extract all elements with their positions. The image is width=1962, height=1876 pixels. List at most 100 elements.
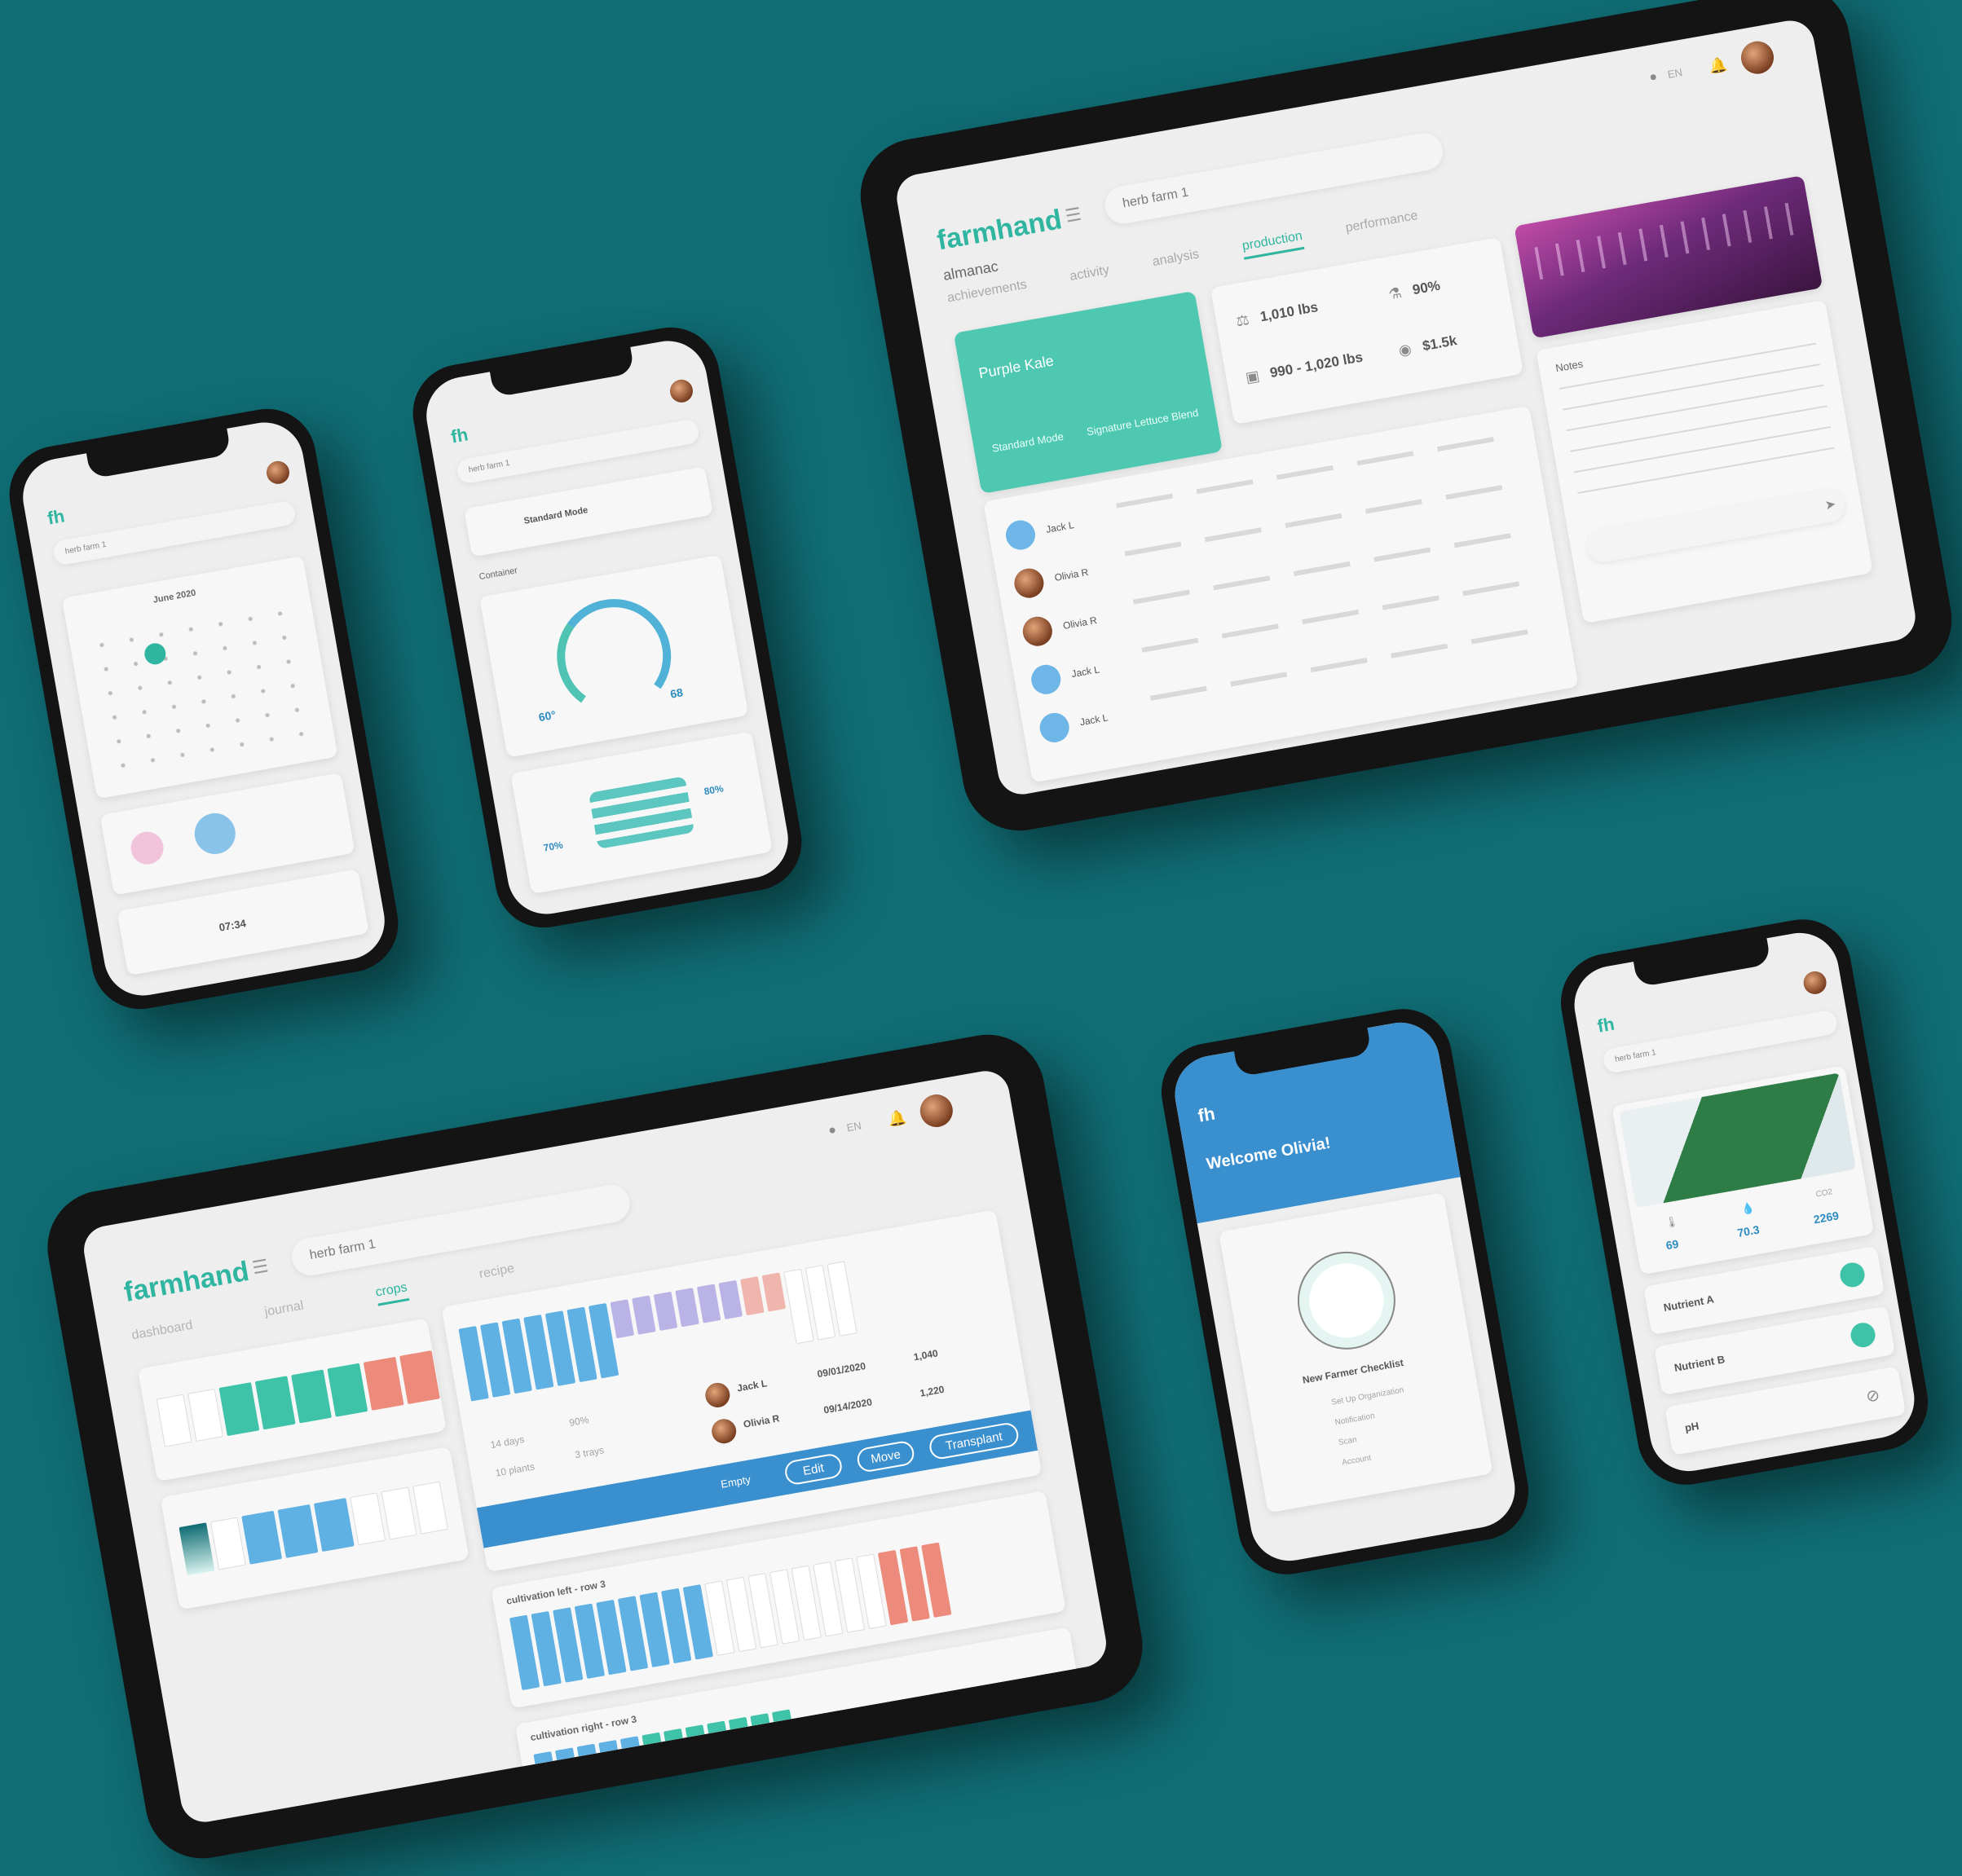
tab-performance[interactable]: performance: [1344, 209, 1420, 241]
app-logo[interactable]: farmhand: [121, 1256, 251, 1309]
farm-selector[interactable]: herb farm 1: [1601, 1009, 1839, 1075]
bell-icon[interactable]: 🔔: [887, 1108, 908, 1129]
globe-icon[interactable]: ●: [1644, 68, 1663, 87]
tray[interactable]: [718, 1279, 743, 1319]
farm-photo-card: 🌡 69 💧 70.3 CO2 2269: [1611, 1065, 1875, 1275]
tab-activity[interactable]: activity: [1069, 263, 1112, 290]
tab-analysis[interactable]: analysis: [1151, 247, 1201, 275]
checklist-item[interactable]: Scan: [1338, 1435, 1357, 1447]
phone-climate-screen: fh herb farm 1 Standard Mode Container 6…: [420, 334, 795, 921]
action-edit[interactable]: Edit: [783, 1452, 844, 1486]
send-icon[interactable]: ➤: [1820, 495, 1841, 515]
app-logo-short[interactable]: fh: [449, 424, 470, 447]
tray[interactable]: [653, 1291, 678, 1332]
app-logo-short[interactable]: fh: [1596, 1014, 1616, 1037]
tab-journal[interactable]: journal: [263, 1299, 306, 1326]
farm-selector[interactable]: herb farm 1: [51, 500, 298, 566]
temperature-gauge[interactable]: [548, 590, 681, 723]
time-value: 07:34: [218, 917, 247, 934]
stat-range: 990 - 1,020 lbs: [1268, 349, 1365, 381]
tab-production[interactable]: production: [1241, 229, 1305, 260]
calendar-grid[interactable]: [85, 598, 320, 781]
user-avatar[interactable]: [668, 377, 695, 405]
tray[interactable]: [381, 1486, 417, 1540]
person-name: Jack L: [1078, 711, 1109, 729]
language-label[interactable]: EN: [1667, 66, 1683, 81]
app-logo-short[interactable]: fh: [46, 505, 66, 529]
tray[interactable]: [241, 1510, 283, 1565]
tab-crops[interactable]: crops: [374, 1280, 410, 1306]
tray[interactable]: [740, 1276, 765, 1316]
nutrient-a-toggle[interactable]: [1838, 1260, 1867, 1289]
metric-temp: 69: [1664, 1236, 1680, 1253]
nutrient-b-label: Nutrient B: [1673, 1353, 1726, 1374]
globe-icon[interactable]: ●: [823, 1121, 842, 1140]
action-empty[interactable]: Empty: [720, 1473, 752, 1491]
tray[interactable]: [179, 1522, 215, 1576]
action-transplant[interactable]: Transplant: [928, 1420, 1021, 1461]
tray[interactable]: [412, 1481, 448, 1535]
notes-card: Notes ➤: [1536, 299, 1873, 624]
coin-icon: ◉: [1397, 340, 1413, 359]
tab-dashboard[interactable]: dashboard: [130, 1319, 195, 1350]
tray[interactable]: [350, 1492, 386, 1546]
tray[interactable]: [209, 1517, 246, 1570]
person-avatar: [703, 1381, 732, 1410]
user-avatar[interactable]: [1801, 969, 1828, 997]
mode-card[interactable]: Standard Mode: [464, 466, 713, 557]
metric-humidity: 70.3: [1736, 1222, 1761, 1240]
bell-icon[interactable]: 🔔: [1708, 55, 1729, 75]
thermometer-icon: 🌡: [1664, 1214, 1680, 1230]
tray[interactable]: [771, 1709, 800, 1769]
person-avatar: [1020, 614, 1055, 649]
person-name: Jack L: [1045, 519, 1075, 535]
tab-achievements[interactable]: achievements: [946, 278, 1029, 312]
phone-welcome: fh Welcome Olivia! New Farmer Checklist …: [1153, 1001, 1537, 1583]
tray[interactable]: [254, 1376, 296, 1430]
tray[interactable]: [761, 1272, 787, 1312]
tray[interactable]: [327, 1363, 368, 1417]
menu-icon[interactable]: ☰: [1064, 204, 1083, 227]
tray[interactable]: [675, 1288, 699, 1328]
checklist-item[interactable]: Account: [1342, 1454, 1373, 1468]
language-label[interactable]: EN: [845, 1119, 862, 1134]
tray[interactable]: [156, 1394, 192, 1447]
checklist-item[interactable]: Notification: [1334, 1411, 1376, 1427]
tray[interactable]: [277, 1504, 319, 1558]
user-avatar[interactable]: [1738, 38, 1777, 77]
app-logo[interactable]: farmhand: [934, 204, 1064, 257]
app-logo-short[interactable]: fh: [1197, 1103, 1217, 1127]
tray[interactable]: [399, 1350, 440, 1405]
circle-pink[interactable]: [128, 829, 166, 867]
action-move[interactable]: Move: [855, 1439, 916, 1474]
temperature-card: 60° 68: [479, 554, 749, 758]
circle-blue[interactable]: [191, 809, 239, 857]
phone-nutrients: fh herb farm 1 🌡 69 💧 70.3 CO2 2269 Nutr…: [1553, 911, 1936, 1493]
checklist-item[interactable]: Set Up Organization: [1330, 1385, 1404, 1407]
tray[interactable]: [696, 1284, 721, 1323]
stat-days: 14 days: [489, 1433, 526, 1451]
person-value: 1,220: [919, 1383, 946, 1399]
tray[interactable]: [610, 1299, 635, 1339]
menu-icon[interactable]: ☰: [250, 1255, 270, 1279]
farm-selector-label: herb farm 1: [1614, 1048, 1657, 1064]
calendar-month[interactable]: June 2020: [152, 588, 196, 606]
person-date: 09/01/2020: [816, 1359, 867, 1381]
user-avatar[interactable]: [264, 459, 292, 487]
tray[interactable]: [291, 1369, 332, 1424]
tray[interactable]: [187, 1388, 223, 1442]
farm-selector[interactable]: herb farm 1: [289, 1182, 633, 1279]
tray[interactable]: [313, 1498, 355, 1552]
disabled-toggle-icon[interactable]: ⊘: [1859, 1382, 1885, 1408]
user-avatar[interactable]: [917, 1091, 955, 1130]
person-name: Jack L: [736, 1377, 769, 1394]
tray[interactable]: [218, 1382, 260, 1437]
person-value: 1,040: [912, 1347, 939, 1363]
germination-trays: [156, 1350, 444, 1447]
tray[interactable]: [632, 1295, 656, 1335]
tab-recipe[interactable]: recipe: [478, 1262, 517, 1288]
crop-name: Purple Kale: [977, 352, 1056, 382]
nutrient-b-toggle[interactable]: [1849, 1320, 1877, 1350]
crop-card[interactable]: Purple Kale Standard Mode Signature Lett…: [953, 290, 1223, 494]
tray[interactable]: [363, 1356, 404, 1411]
